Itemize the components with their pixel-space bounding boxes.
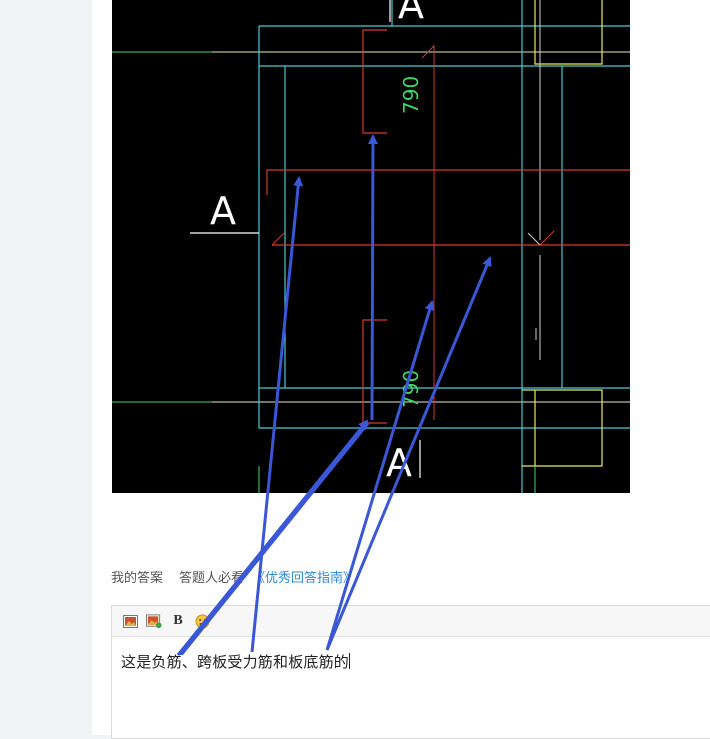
image-library-icon[interactable] [146, 613, 162, 629]
editor-toolbar: B [112, 606, 710, 637]
dimension-label: 790 [399, 76, 423, 114]
cad-drawing-image: A A A 790 790 [112, 0, 630, 493]
section-mark-a: A [210, 189, 236, 233]
negative-rebar [362, 319, 387, 424]
image-icon[interactable] [122, 613, 138, 629]
answer-nav: 我的答案 答题人必看 《优秀回答指南》 [111, 567, 356, 585]
answer-editor[interactable]: B 这是负筋、跨板受力筋和板底筋的 [111, 605, 710, 739]
must-read-label: 答题人必看 [179, 569, 245, 585]
text-caret [349, 653, 351, 669]
cad-column [534, 0, 603, 65]
cad-tick [527, 232, 541, 246]
cad-tick [539, 230, 555, 246]
emoji-icon[interactable] [194, 613, 210, 629]
editor-text: 这是负筋、跨板受力筋和板底筋的 [121, 653, 350, 671]
negative-rebar [362, 29, 387, 134]
cad-tick [271, 232, 285, 246]
answer-guide-link[interactable]: 《优秀回答指南》 [252, 567, 356, 586]
editor-text-area[interactable]: 这是负筋、跨板受力筋和板底筋的 [112, 637, 710, 686]
section-mark-a: A [386, 441, 412, 485]
bold-button[interactable]: B [170, 613, 186, 629]
my-answer-label: 我的答案 [111, 569, 164, 585]
dimension-label: 790 [399, 370, 423, 408]
cad-drawing-svg: A A A 790 790 [112, 0, 630, 493]
section-mark-a: A [398, 0, 424, 27]
